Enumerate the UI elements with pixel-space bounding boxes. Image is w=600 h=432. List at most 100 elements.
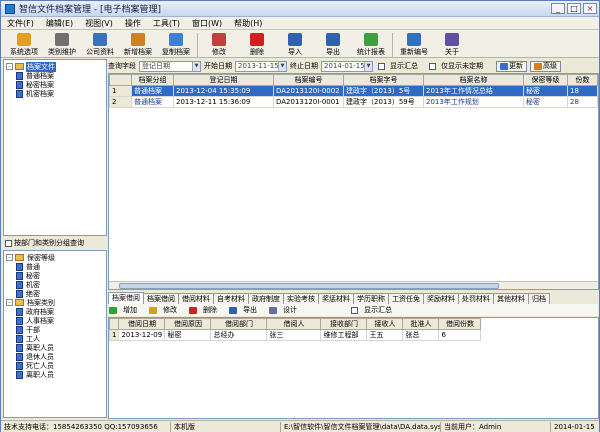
- filter-bar: 查询字段 登记日期 ▼ 开始日期 2013-11-15 ▼ 终止日期 2014-01…: [108, 59, 599, 73]
- query-field-select[interactable]: 登记日期 ▼: [139, 60, 201, 72]
- toolbar-button-10[interactable]: 重新编号: [395, 30, 433, 57]
- tab-12[interactable]: 归档: [528, 293, 550, 304]
- tab-5[interactable]: 实验考核: [283, 293, 319, 304]
- table-row[interactable]: 2 普通档案 2013-12-11 15:36:09 DA2013120I-0001 建…: [109, 96, 598, 108]
- column-header[interactable]: 借阅日期: [118, 318, 166, 330]
- tab-4[interactable]: 政府制度: [248, 293, 284, 304]
- collapse-icon[interactable]: -: [6, 254, 13, 261]
- tree-item[interactable]: 机密档案: [6, 89, 104, 98]
- column-header[interactable]: 保密等级: [523, 74, 568, 86]
- toolbar-button-label: 删除: [250, 48, 264, 56]
- menu-item-0[interactable]: 文件(F): [1, 18, 40, 29]
- edit-record-button[interactable]: 修改: [149, 305, 183, 315]
- column-header[interactable]: 借阅人: [266, 318, 322, 330]
- menu-item-6[interactable]: 帮助(H): [228, 18, 268, 29]
- tree-item[interactable]: 离职人员: [6, 370, 104, 379]
- collapse-icon[interactable]: -: [6, 299, 13, 306]
- tree-item[interactable]: 秘密: [6, 271, 104, 280]
- column-header[interactable]: 借阅原因: [164, 318, 212, 330]
- toolbar-button-1[interactable]: 类别维护: [43, 30, 81, 57]
- start-date-input[interactable]: 2013-11-15 ▼: [235, 60, 287, 72]
- toolbar-separator: [392, 33, 393, 57]
- menu-item-4[interactable]: 工具(T): [147, 18, 186, 29]
- design-button[interactable]: 设计: [269, 305, 303, 315]
- folder-icon: [15, 254, 24, 261]
- table-cell: 2013年工作情况总结: [423, 85, 524, 97]
- end-date-input[interactable]: 2014-01-15 ▼: [321, 60, 373, 72]
- edit-pencil-icon: [212, 33, 226, 46]
- toolbar-button-11[interactable]: 关于: [433, 30, 471, 57]
- column-header[interactable]: 借阅部门: [210, 318, 268, 330]
- column-header[interactable]: 档案字号: [343, 74, 424, 86]
- collapse-icon[interactable]: -: [6, 63, 13, 70]
- delete-record-button[interactable]: 删除: [189, 305, 223, 315]
- show-summary-checkbox[interactable]: [378, 62, 385, 70]
- column-header[interactable]: 登记日期: [173, 74, 274, 86]
- tab-7[interactable]: 学历职称: [353, 293, 389, 304]
- unassigned-checkbox[interactable]: [429, 62, 436, 70]
- table-row[interactable]: 1 普通档案 2013-12-04 15:35:09 DA2013120I-0002 建…: [109, 85, 598, 97]
- tree-item[interactable]: 离职人员: [6, 343, 104, 352]
- menu-item-3[interactable]: 操作: [119, 18, 147, 29]
- column-header[interactable]: 接收部门: [320, 318, 368, 330]
- toolbar-button-7[interactable]: 导入: [276, 30, 314, 57]
- tree-item[interactable]: 秘密档案: [6, 80, 104, 89]
- tree-item[interactable]: 干部: [6, 325, 104, 334]
- toolbar-button-2[interactable]: 公司资料: [81, 30, 119, 57]
- tab-3[interactable]: 自考材料: [213, 293, 249, 304]
- chevron-down-icon: ▼: [278, 61, 286, 71]
- tree-item[interactable]: 人事档案: [6, 316, 104, 325]
- add-archive-icon: [131, 33, 145, 46]
- tree-item[interactable]: 退休人员: [6, 352, 104, 361]
- column-header[interactable]: 档案名称: [423, 74, 524, 86]
- tab-11[interactable]: 其他材料: [493, 293, 529, 304]
- add-record-button[interactable]: 增加: [109, 305, 143, 315]
- tab-9[interactable]: 奖励材料: [423, 293, 459, 304]
- query-field-label: 查询字段: [108, 62, 136, 70]
- close-button[interactable]: ×: [583, 3, 597, 14]
- tree-item[interactable]: 工人: [6, 334, 104, 343]
- column-header[interactable]: 批准人: [402, 318, 440, 330]
- toolbar-button-5[interactable]: 修改: [200, 30, 238, 57]
- tab-8[interactable]: 工资任免: [388, 293, 424, 304]
- maximize-button[interactable]: □: [567, 3, 581, 14]
- toolbar-button-3[interactable]: 新增档案: [119, 30, 157, 57]
- table-row[interactable]: 1 2013-12-09 秘密 总经办 张三 维修工程部 王五 张总 6: [108, 329, 482, 341]
- toolbar-button-6[interactable]: 删除: [238, 30, 276, 57]
- tree-item[interactable]: - 保密等级: [6, 253, 104, 262]
- column-header[interactable]: 档案编号: [273, 74, 344, 86]
- export-record-button[interactable]: 导出: [229, 305, 263, 315]
- tab-1[interactable]: 档案借阅: [143, 293, 179, 304]
- tree-item[interactable]: 普通档案: [6, 71, 104, 80]
- minimize-button[interactable]: _: [551, 3, 565, 14]
- advanced-button[interactable]: 高级: [530, 60, 561, 72]
- toolbar-button-0[interactable]: 系统选项: [5, 30, 43, 57]
- sub-summary-toggle[interactable]: 显示汇总: [349, 305, 398, 315]
- tree-item[interactable]: - 档案文件: [6, 61, 104, 72]
- horizontal-scrollbar[interactable]: [109, 281, 598, 289]
- toolbar-button-4[interactable]: 复制档案: [157, 30, 195, 57]
- tree-item[interactable]: 死亡人员: [6, 361, 104, 370]
- toolbar-button-9[interactable]: 统计报表: [352, 30, 390, 57]
- group-query-checkbox[interactable]: [5, 239, 12, 247]
- tree-item[interactable]: - 档案类别: [6, 298, 104, 307]
- column-header[interactable]: 档案分组: [131, 74, 174, 86]
- toolbar-button-label: 关于: [445, 48, 459, 56]
- menu-item-2[interactable]: 视图(V): [79, 18, 119, 29]
- sub-summary-checkbox[interactable]: [351, 306, 358, 314]
- column-header[interactable]: 借阅份数: [438, 318, 482, 330]
- refresh-button[interactable]: 更新: [496, 60, 527, 72]
- menu-item-1[interactable]: 编辑(E): [40, 18, 79, 29]
- tab-6[interactable]: 奖惩材料: [318, 293, 354, 304]
- menu-item-5[interactable]: 窗口(W): [186, 18, 228, 29]
- tab-0[interactable]: 档案借阅: [108, 292, 144, 304]
- column-header[interactable]: 份数: [567, 74, 598, 86]
- tab-10[interactable]: 处罚材料: [458, 293, 494, 304]
- table-cell: 维修工程部: [320, 329, 368, 341]
- tree-item[interactable]: 政府档案: [6, 307, 104, 316]
- toolbar-button-8[interactable]: 导出: [314, 30, 352, 57]
- column-header[interactable]: 接收人: [366, 318, 404, 330]
- tree-item[interactable]: 机密: [6, 280, 104, 289]
- tab-2[interactable]: 借阅材料: [178, 293, 214, 304]
- tree-item[interactable]: 普通: [6, 262, 104, 271]
